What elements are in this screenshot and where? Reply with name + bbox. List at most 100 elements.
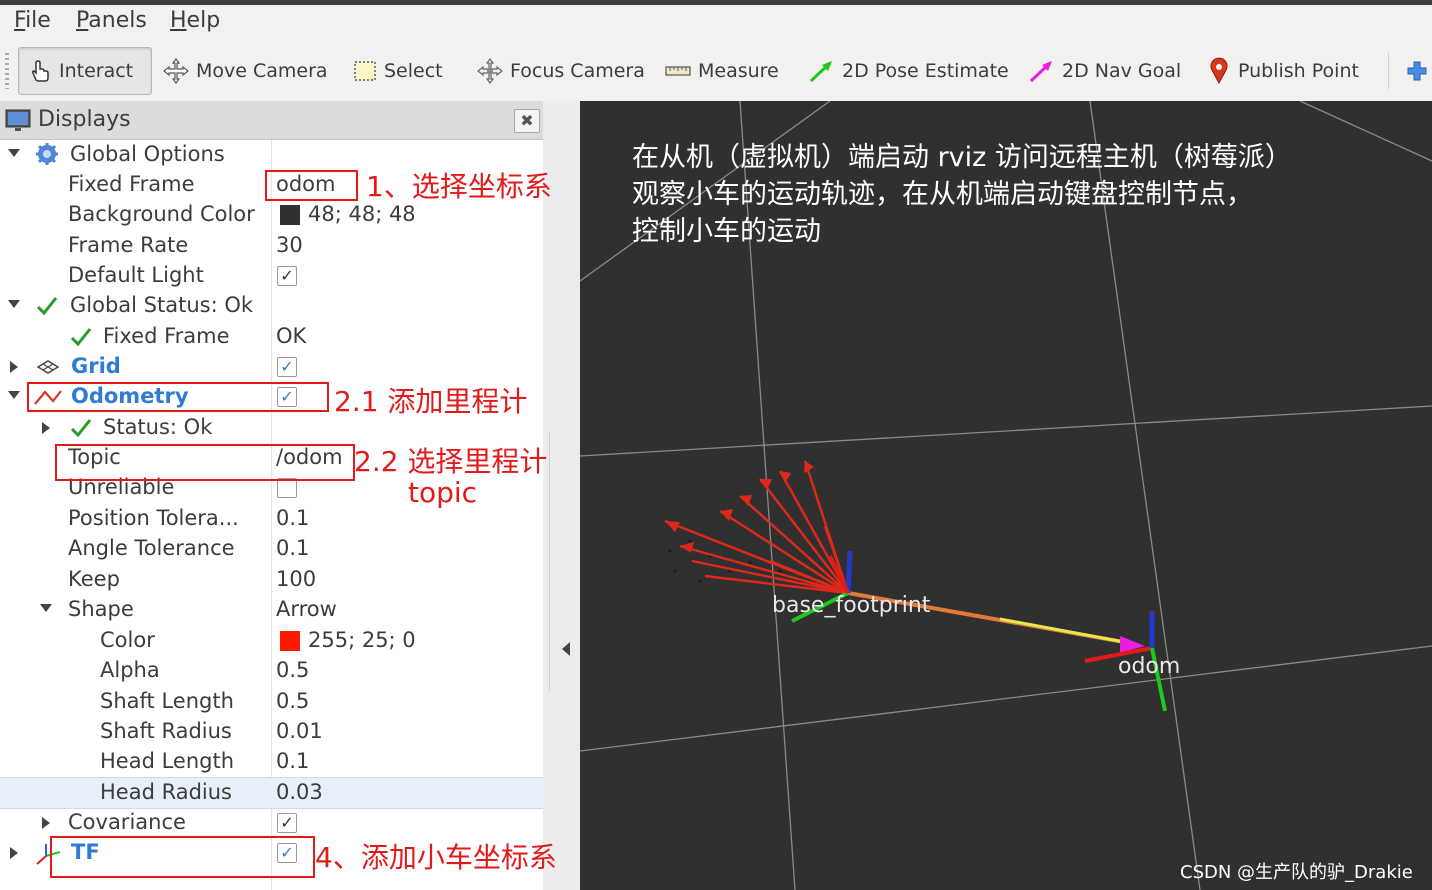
2d-pose-estimate-tool-button[interactable]: 2D Pose Estimate (808, 47, 1009, 95)
measure-tool-button[interactable]: Measure (664, 47, 779, 95)
note-line: 控制小车的运动 (632, 216, 821, 247)
expand-arrow-right-icon[interactable] (10, 847, 18, 859)
move-camera-icon (163, 58, 189, 84)
angle-tolerance-value[interactable]: 0.1 (276, 536, 309, 560)
default-light-checkbox[interactable]: ✓ (277, 266, 297, 286)
tree-row-shape[interactable]: Shape Arrow (0, 595, 543, 625)
publish-point-tool-button[interactable]: Publish Point (1206, 47, 1359, 95)
covariance-label: Covariance (68, 810, 186, 834)
select-tool-button[interactable]: Select (352, 47, 443, 95)
odom-frame-label: odom (1118, 654, 1181, 679)
background-color-value[interactable]: 48; 48; 48 (308, 202, 416, 226)
collapse-panel-arrow-icon[interactable] (562, 642, 570, 656)
grid-icon (36, 360, 60, 374)
tree-row-global-status[interactable]: Global Status: Ok (0, 291, 543, 321)
tree-row-default-light[interactable]: Default Light ✓ (0, 261, 543, 291)
measure-ruler-icon (665, 66, 691, 76)
displays-panel-title: Displays (38, 107, 131, 132)
head-length-label: Head Length (100, 749, 235, 773)
background-color-swatch[interactable] (280, 205, 300, 225)
render-viewport[interactable]: 在从机（虚拟机）端启动 rviz 访问远程主机（树莓派） 观察小车的运动轨迹，在… (580, 101, 1432, 890)
status-fixed-frame-value: OK (276, 324, 307, 348)
close-icon: ✖ (520, 111, 534, 130)
fixed-frame-label: Fixed Frame (68, 172, 195, 196)
odometry-status-label: Status: Ok (103, 415, 213, 439)
expand-arrow-right-icon[interactable] (10, 361, 18, 373)
color-label: Color (100, 628, 155, 652)
interact-tool-button[interactable]: Interact (18, 47, 152, 95)
keep-label: Keep (68, 567, 120, 591)
tree-row-color[interactable]: Color 255; 25; 0 (0, 626, 543, 656)
note-line: 观察小车的运动轨迹，在从机端启动键盘控制节点， (632, 179, 1253, 210)
expand-arrow-down-icon[interactable] (8, 149, 20, 157)
tree-row-keep[interactable]: Keep 100 (0, 565, 543, 595)
head-radius-value[interactable]: 0.03 (276, 780, 323, 804)
move-camera-tool-button[interactable]: Move Camera (162, 47, 328, 95)
tree-row-alpha[interactable]: Alpha 0.5 (0, 656, 543, 686)
tree-row-shaft-radius[interactable]: Shaft Radius 0.01 (0, 717, 543, 747)
interact-hand-icon (31, 60, 49, 82)
expand-arrow-down-icon[interactable] (8, 391, 20, 399)
tree-row-head-length[interactable]: Head Length 0.1 (0, 747, 543, 777)
unreliable-checkbox[interactable] (277, 478, 297, 498)
grid-label: Grid (71, 354, 121, 378)
monitor-icon (5, 109, 31, 131)
menu-file[interactable]: File (14, 8, 51, 33)
note-line: 在从机（虚拟机）端启动 rviz 访问远程主机（树莓派） (632, 142, 1292, 173)
checkmark-ok-icon (70, 419, 92, 438)
tree-row-covariance[interactable]: Covariance ✓ (0, 808, 543, 838)
2d-nav-goal-tool-button[interactable]: 2D Nav Goal (1028, 47, 1181, 95)
splitter-grip[interactable] (547, 431, 553, 691)
checkmark-ok-icon (36, 297, 58, 316)
menu-panels[interactable]: Panels (76, 8, 147, 33)
background-color-label: Background Color (68, 202, 255, 226)
pose-estimate-arrow-icon (809, 61, 832, 83)
tree-row-grid[interactable]: Grid ✓ (0, 352, 543, 382)
plus-icon (1407, 61, 1427, 81)
select-box-icon (354, 61, 376, 81)
interact-tool-label: Interact (59, 60, 134, 82)
angle-tolerance-label: Angle Tolerance (68, 536, 235, 560)
keep-value[interactable]: 100 (276, 567, 316, 591)
color-swatch[interactable] (280, 631, 300, 651)
position-tolerance-label: Position Tolera... (68, 506, 239, 530)
focus-camera-tool-button[interactable]: Focus Camera (476, 47, 645, 95)
add-tool-button[interactable] (1406, 47, 1432, 95)
annotation-box-odometry (27, 382, 329, 412)
tree-row-status-fixed-frame[interactable]: Fixed Frame OK (0, 322, 543, 352)
shaft-radius-value[interactable]: 0.01 (276, 719, 323, 743)
annotation-step2-2-topic: topic (408, 476, 478, 509)
measure-tool-label: Measure (698, 60, 779, 82)
close-panel-button[interactable]: ✖ (514, 109, 540, 133)
shaft-length-value[interactable]: 0.5 (276, 689, 309, 713)
expand-arrow-down-icon[interactable] (40, 604, 52, 612)
shaft-radius-label: Shaft Radius (100, 719, 232, 743)
tree-row-shaft-length[interactable]: Shaft Length 0.5 (0, 687, 543, 717)
color-value[interactable]: 255; 25; 0 (308, 628, 416, 652)
alpha-value[interactable]: 0.5 (276, 658, 309, 682)
displays-panel-header: Displays ✖ (0, 101, 543, 140)
global-status-label: Global Status: Ok (70, 293, 254, 317)
2d-pose-estimate-tool-label: 2D Pose Estimate (842, 60, 1009, 82)
grid-checkbox[interactable]: ✓ (277, 357, 297, 377)
position-tolerance-value[interactable]: 0.1 (276, 506, 309, 530)
toolbar-separator (1388, 53, 1389, 89)
covariance-checkbox[interactable]: ✓ (277, 813, 297, 833)
tree-row-angle-tolerance[interactable]: Angle Tolerance 0.1 (0, 534, 543, 564)
tree-row-head-radius[interactable]: Head Radius 0.03 (0, 777, 543, 809)
viewport-annotation-note: 在从机（虚拟机）端启动 rviz 访问远程主机（树莓派） 观察小车的运动轨迹，在… (632, 139, 1392, 250)
frame-rate-value[interactable]: 30 (276, 233, 303, 257)
head-length-value[interactable]: 0.1 (276, 749, 309, 773)
select-tool-label: Select (384, 60, 443, 82)
expand-arrow-right-icon[interactable] (42, 422, 50, 434)
global-options-label: Global Options (70, 142, 225, 166)
tree-row-frame-rate[interactable]: Frame Rate 30 (0, 231, 543, 261)
panel-splitter[interactable] (543, 101, 580, 890)
toolbar-grip[interactable] (5, 53, 9, 89)
alpha-label: Alpha (100, 658, 160, 682)
shape-value[interactable]: Arrow (276, 597, 337, 621)
expand-arrow-down-icon[interactable] (8, 300, 20, 308)
menu-help[interactable]: Help (170, 8, 220, 33)
checkmark-ok-icon (70, 328, 92, 347)
expand-arrow-right-icon[interactable] (42, 817, 50, 829)
